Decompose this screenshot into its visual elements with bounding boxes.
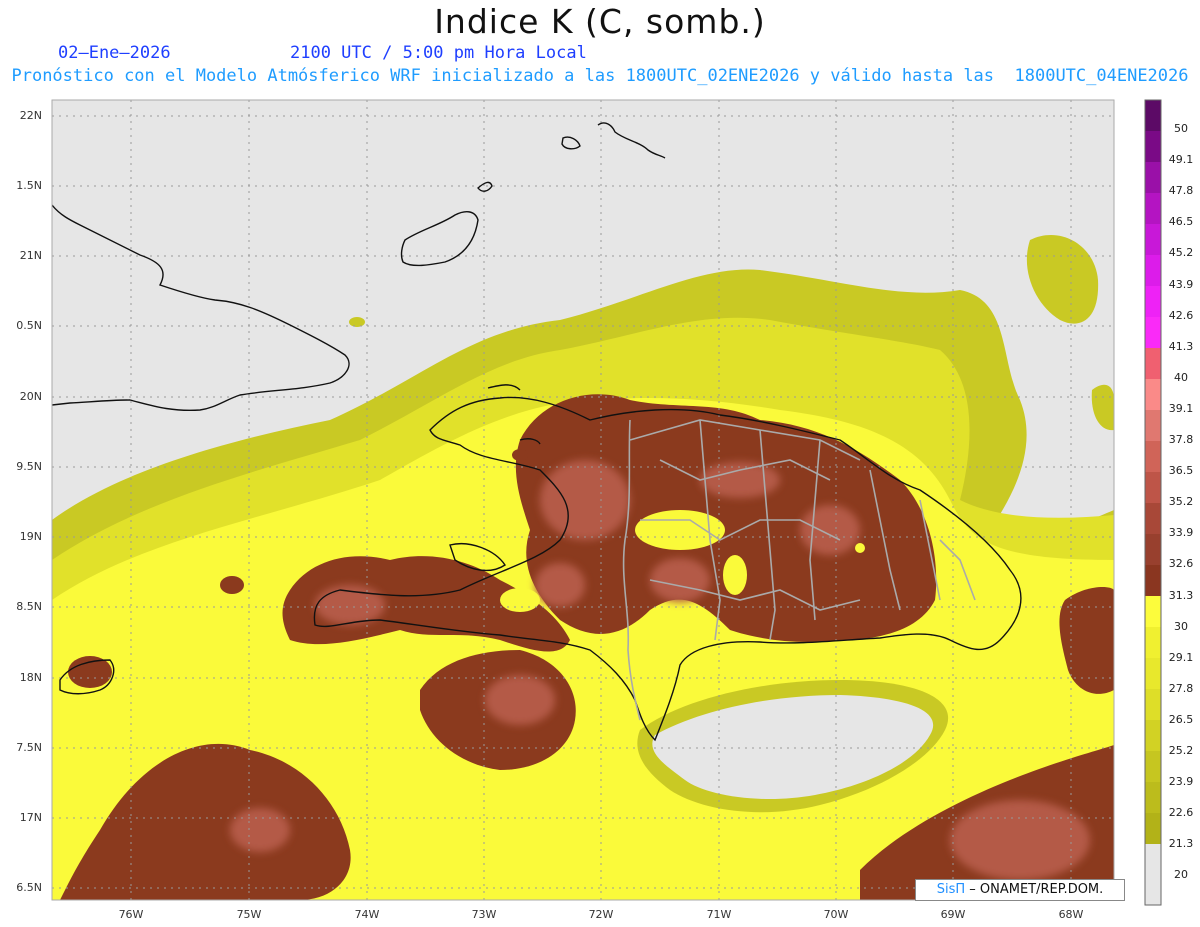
- legend-swatch: [1145, 565, 1161, 596]
- lat-label: 1.5N: [16, 179, 42, 192]
- lat-label: 0.5N: [16, 319, 42, 332]
- legend-swatch: [1145, 317, 1161, 348]
- legend-swatch: [1145, 813, 1161, 844]
- legend-swatch: [1145, 627, 1161, 658]
- legend-label: 29.1: [1168, 650, 1194, 664]
- legend-swatch: [1145, 503, 1161, 534]
- legend-label: 49.1: [1168, 153, 1194, 167]
- legend-label: 50: [1174, 122, 1188, 135]
- legend-swatch: [1145, 596, 1161, 627]
- legend-swatch: [1145, 379, 1161, 410]
- legend-swatch: [1145, 162, 1161, 193]
- legend-label: 27.8: [1168, 681, 1194, 695]
- credit-box: SisΠ – ONAMET/REP.DOM.: [915, 879, 1125, 901]
- legend-swatch: [1145, 410, 1161, 441]
- lon-label: 69W: [940, 908, 966, 921]
- lon-label: 73W: [471, 908, 497, 921]
- legend-label: 41.3: [1168, 339, 1194, 353]
- legend-label: 31.3: [1168, 588, 1194, 602]
- legend-label: 36.5: [1168, 464, 1194, 478]
- legend-label: 40: [1174, 370, 1188, 384]
- legend-label: 25.2: [1168, 744, 1194, 757]
- lat-label: 17N: [19, 811, 42, 824]
- lat-label: 18N: [19, 671, 42, 684]
- lat-label: 7.5N: [16, 741, 42, 754]
- legend-swatch: [1145, 131, 1161, 162]
- lon-label: 70W: [823, 908, 849, 921]
- legend-swatch: [1145, 534, 1161, 565]
- legend-label: 26.5: [1168, 712, 1194, 726]
- legend-swatch: [1145, 193, 1161, 224]
- lon-label: 71W: [706, 908, 732, 921]
- legend-label: 42.6: [1168, 308, 1194, 322]
- lat-label: 21N: [19, 249, 42, 262]
- legend-swatch: [1145, 844, 1161, 905]
- legend-swatch: [1145, 255, 1161, 286]
- legend-label: 33.9: [1168, 526, 1194, 540]
- legend-label: 22.6: [1168, 806, 1194, 820]
- legend-label: 45.2: [1168, 246, 1194, 260]
- legend-label: 30: [1174, 619, 1188, 633]
- legend-swatch: [1145, 689, 1161, 720]
- legend-label: 43.9: [1168, 277, 1194, 291]
- legend-swatch: [1145, 224, 1161, 255]
- legend-label: 35.2: [1168, 495, 1194, 509]
- legend-label: 32.6: [1168, 557, 1194, 571]
- lat-label: 20N: [19, 390, 42, 403]
- lat-label: 9.5N: [16, 460, 42, 473]
- lat-label: 22N: [19, 109, 42, 122]
- lat-label: 6.5N: [16, 881, 42, 894]
- lon-label: 68W: [1058, 908, 1084, 921]
- lon-label: 72W: [588, 908, 614, 921]
- legend-label: 21.3: [1168, 837, 1194, 851]
- legend-swatch: [1145, 782, 1161, 813]
- lon-label: 76W: [118, 908, 144, 921]
- legend-swatch: [1145, 658, 1161, 689]
- legend-swatch: [1145, 348, 1161, 379]
- legend-label: 20: [1174, 868, 1188, 882]
- credit-text: – ONAMET/REP.DOM.: [969, 882, 1104, 897]
- map-canvas: [51, 99, 1162, 906]
- lat-label: 19N: [19, 530, 42, 543]
- legend-label: 47.8: [1168, 184, 1194, 198]
- legend-label: 39.1: [1168, 401, 1194, 415]
- legend-label: 46.5: [1168, 215, 1194, 229]
- legend-swatch: [1145, 441, 1161, 472]
- legend-swatch: [1145, 720, 1161, 751]
- lat-label: 8.5N: [16, 600, 42, 613]
- credit-brand: SisΠ: [936, 882, 966, 897]
- legend-colorbar: [1145, 100, 1161, 905]
- legend-swatch: [1145, 472, 1161, 503]
- lon-label: 74W: [354, 908, 380, 921]
- legend-swatch: [1145, 286, 1161, 317]
- lon-label: 75W: [236, 908, 262, 921]
- legend-label: 23.9: [1168, 775, 1194, 789]
- legend-swatch: [1145, 751, 1161, 782]
- legend-label: 37.8: [1168, 433, 1194, 446]
- legend-swatch: [1145, 100, 1161, 131]
